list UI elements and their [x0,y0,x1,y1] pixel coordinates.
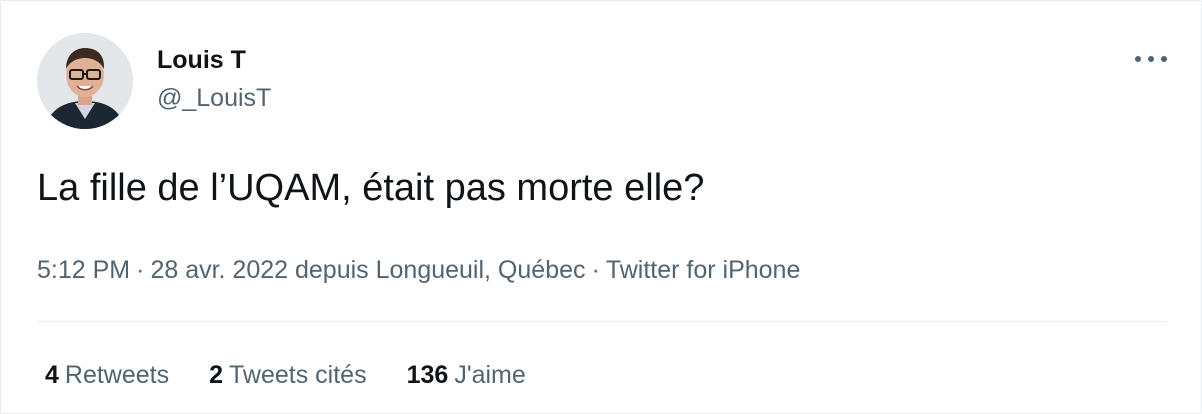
tweet-time-link[interactable]: 5:12 PM [37,256,130,284]
quote-tweets-count: 2 [209,361,224,389]
tweet-date-place-link[interactable]: 28 avr. 2022 depuis Longueuil, Québec [150,256,585,284]
tweet-metadata: 5:12 PM · 28 avr. 2022 depuis Longueuil, Q… [37,254,800,286]
likes-count: 136 [406,361,449,389]
retweets-stat[interactable]: 4 Retweets [45,358,169,392]
author-display-name[interactable]: Louis T [157,45,271,75]
avatar[interactable] [37,33,133,129]
meta-separator: · [591,256,600,284]
tweet-card: Louis T @_LouisT La fille de l’UQAM, éta… [0,0,1202,414]
retweets-count: 4 [45,361,59,389]
author-handle[interactable]: @_LouisT [157,83,271,113]
tweet-header: Louis T @_LouisT [37,33,271,129]
divider [37,321,1167,322]
quote-tweets-label: Tweets cités [229,361,367,389]
retweets-label: Retweets [64,361,170,389]
likes-stat[interactable]: 136 J'aime [407,358,526,392]
author-names: Louis T @_LouisT [157,45,271,113]
likes-label: J'aime [454,361,526,389]
more-dot [1135,56,1141,62]
tweet-source-link[interactable]: Twitter for iPhone [606,256,801,284]
tweet-stats: 4 Retweets 2 Tweets cités 136 J'aime [45,358,566,392]
more-dot [1148,56,1154,62]
tweet-text: La fille de l’UQAM, était pas morte elle… [37,167,705,209]
more-horizontal-icon[interactable] [1135,53,1167,65]
quote-tweets-stat[interactable]: 2 Tweets cités [209,358,366,392]
more-dot [1161,56,1167,62]
meta-separator: · [136,256,145,284]
avatar-image [37,33,133,129]
